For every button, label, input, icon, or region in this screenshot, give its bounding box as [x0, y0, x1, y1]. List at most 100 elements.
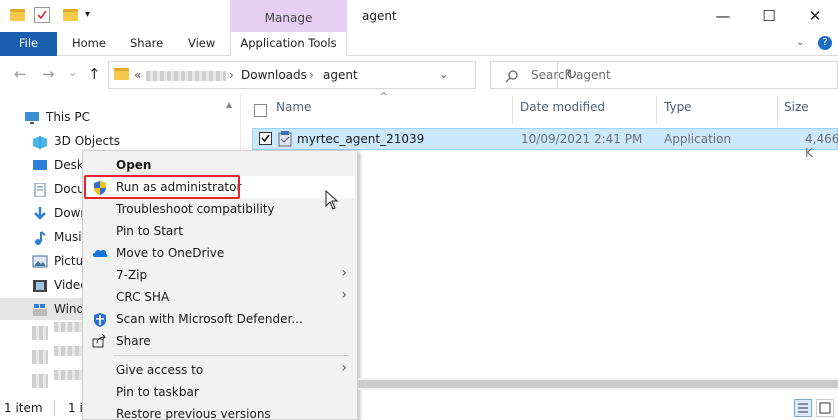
menu-item-share[interactable]: Share — [83, 330, 357, 352]
details-view-icon[interactable] — [794, 399, 812, 417]
nav-label: Wind — [54, 302, 85, 316]
tab-view[interactable]: View — [188, 32, 215, 56]
tab-application-tools[interactable]: Application Tools — [230, 32, 347, 56]
back-button[interactable]: ← — [14, 65, 27, 83]
context-menu: Open Run as administrator Troubleshoot c… — [82, 150, 358, 420]
this-pc-icon — [24, 110, 40, 124]
status-bar: 1 item 1 i — [0, 398, 838, 420]
tab-share[interactable]: Share — [130, 32, 163, 56]
breadcrumb-redacted[interactable] — [146, 70, 226, 84]
menu-item-troubleshoot-compatibility[interactable]: Troubleshoot compatibility — [83, 198, 357, 220]
redacted-label — [54, 346, 84, 356]
desktop-icon — [32, 158, 48, 172]
menu-label: 7-Zip — [116, 268, 148, 282]
breadcrumb-downloads[interactable]: Downloads — [241, 68, 307, 82]
breadcrumb-agent[interactable]: agent — [323, 68, 358, 82]
menu-item-crc-sha[interactable]: CRC SHA › — [83, 286, 357, 308]
column-divider[interactable] — [656, 96, 657, 124]
expand-ribbon-icon[interactable]: ⌄ — [796, 32, 804, 56]
folder-icon — [114, 68, 129, 80]
new-folder-icon[interactable] — [63, 7, 79, 23]
column-header-type[interactable]: Type — [664, 100, 692, 120]
search-icon — [505, 70, 518, 83]
column-header-date[interactable]: Date modified — [520, 100, 605, 120]
defender-icon — [92, 312, 108, 327]
customize-quick-access-icon[interactable]: ▾ — [85, 7, 101, 23]
properties-icon[interactable] — [34, 7, 50, 23]
breadcrumb-separator[interactable]: › — [309, 68, 314, 82]
search-input[interactable]: Search agent — [531, 68, 611, 82]
downloads-icon — [32, 206, 48, 220]
select-all-checkbox[interactable] — [254, 104, 267, 117]
file-row[interactable]: myrtec_agent_21039 10/09/2021 2:41 PM Ap… — [252, 128, 838, 160]
nav-label: Pictu — [54, 254, 84, 268]
share-icon — [92, 333, 108, 348]
menu-label: CRC SHA — [116, 290, 170, 304]
onedrive-icon — [92, 246, 108, 260]
highlight-annotation-box — [84, 175, 240, 199]
drive-icon — [32, 326, 48, 340]
tab-home[interactable]: Home — [72, 32, 106, 56]
submenu-arrow-icon: › — [341, 360, 347, 376]
music-icon — [32, 230, 48, 245]
sort-ascending-icon: ^ — [380, 92, 388, 102]
address-row: ← → ⌄ ↑ « › Downloads › agent ⌄ ↻ Search… — [0, 56, 838, 94]
file-name: myrtec_agent_21039 — [297, 132, 425, 146]
menu-label: Troubleshoot compatibility — [116, 202, 275, 216]
file-checkbox[interactable] — [259, 132, 272, 145]
column-header-name[interactable]: Name — [276, 100, 311, 120]
manage-tab[interactable]: Manage — [230, 0, 347, 32]
up-button[interactable]: ↑ — [88, 65, 101, 83]
overflow-breadcrumb[interactable]: « — [134, 68, 141, 82]
scrollbar-thumb[interactable] — [358, 380, 838, 388]
close-button[interactable]: ✕ — [792, 0, 838, 32]
menu-item-open[interactable]: Open — [83, 154, 357, 176]
nav-label: This PC — [46, 110, 90, 124]
menu-label: Give access to — [116, 363, 204, 377]
menu-label: Open — [116, 158, 152, 172]
redacted-label — [54, 322, 84, 332]
horizontal-scrollbar[interactable] — [358, 378, 838, 390]
menu-item-scan-with-defender[interactable]: Scan with Microsoft Defender... — [83, 308, 357, 330]
menu-label: Move to OneDrive — [116, 246, 225, 260]
selected-count: 1 i — [68, 401, 83, 415]
column-header-size[interactable]: Size — [784, 100, 809, 120]
drive-icon — [32, 374, 48, 388]
file-size: 4,466 K — [805, 132, 838, 160]
mouse-cursor-icon — [325, 190, 339, 210]
submenu-arrow-icon: › — [341, 265, 347, 281]
recent-locations-button[interactable]: ⌄ — [68, 66, 77, 79]
menu-item-7-zip[interactable]: 7-Zip › — [83, 264, 357, 286]
item-count: 1 item — [4, 401, 43, 415]
title-bar: ▾ Manage agent — ☐ ✕ — [0, 0, 838, 32]
scroll-up-arrow[interactable]: ▲ — [226, 100, 232, 109]
forward-button[interactable]: → — [42, 65, 55, 83]
tab-file[interactable]: File — [0, 32, 57, 56]
column-divider[interactable] — [777, 96, 778, 124]
redacted-label — [54, 370, 84, 380]
menu-label: Share — [116, 334, 151, 348]
column-divider[interactable] — [512, 96, 513, 124]
menu-item-move-to-onedrive[interactable]: Move to OneDrive — [83, 242, 357, 264]
menu-item-give-access-to[interactable]: Give access to › — [83, 359, 357, 381]
help-icon[interactable]: ? — [818, 36, 832, 50]
menu-label: Pin to taskbar — [116, 385, 199, 399]
menu-label: Pin to Start — [116, 224, 183, 238]
menu-item-pin-to-start[interactable]: Pin to Start — [83, 220, 357, 242]
pictures-icon — [32, 254, 48, 268]
address-bar[interactable]: « › Downloads › agent ⌄ ↻ — [108, 61, 577, 89]
videos-icon — [32, 278, 48, 292]
minimize-button[interactable]: — — [700, 0, 746, 32]
folder-icon — [10, 7, 26, 23]
nav-label: Docu — [54, 182, 85, 196]
maximize-button[interactable]: ☐ — [746, 0, 792, 32]
large-icons-view-icon[interactable] — [816, 399, 834, 417]
window-title: agent — [362, 9, 397, 23]
file-date: 10/09/2021 2:41 PM — [521, 132, 643, 146]
nav-label: 3D Objects — [54, 134, 121, 148]
address-dropdown-icon[interactable]: ⌄ — [439, 68, 448, 81]
application-icon — [278, 131, 292, 147]
search-box[interactable]: Search agent — [490, 61, 838, 89]
breadcrumb-separator[interactable]: › — [229, 68, 234, 82]
documents-icon — [32, 182, 48, 198]
